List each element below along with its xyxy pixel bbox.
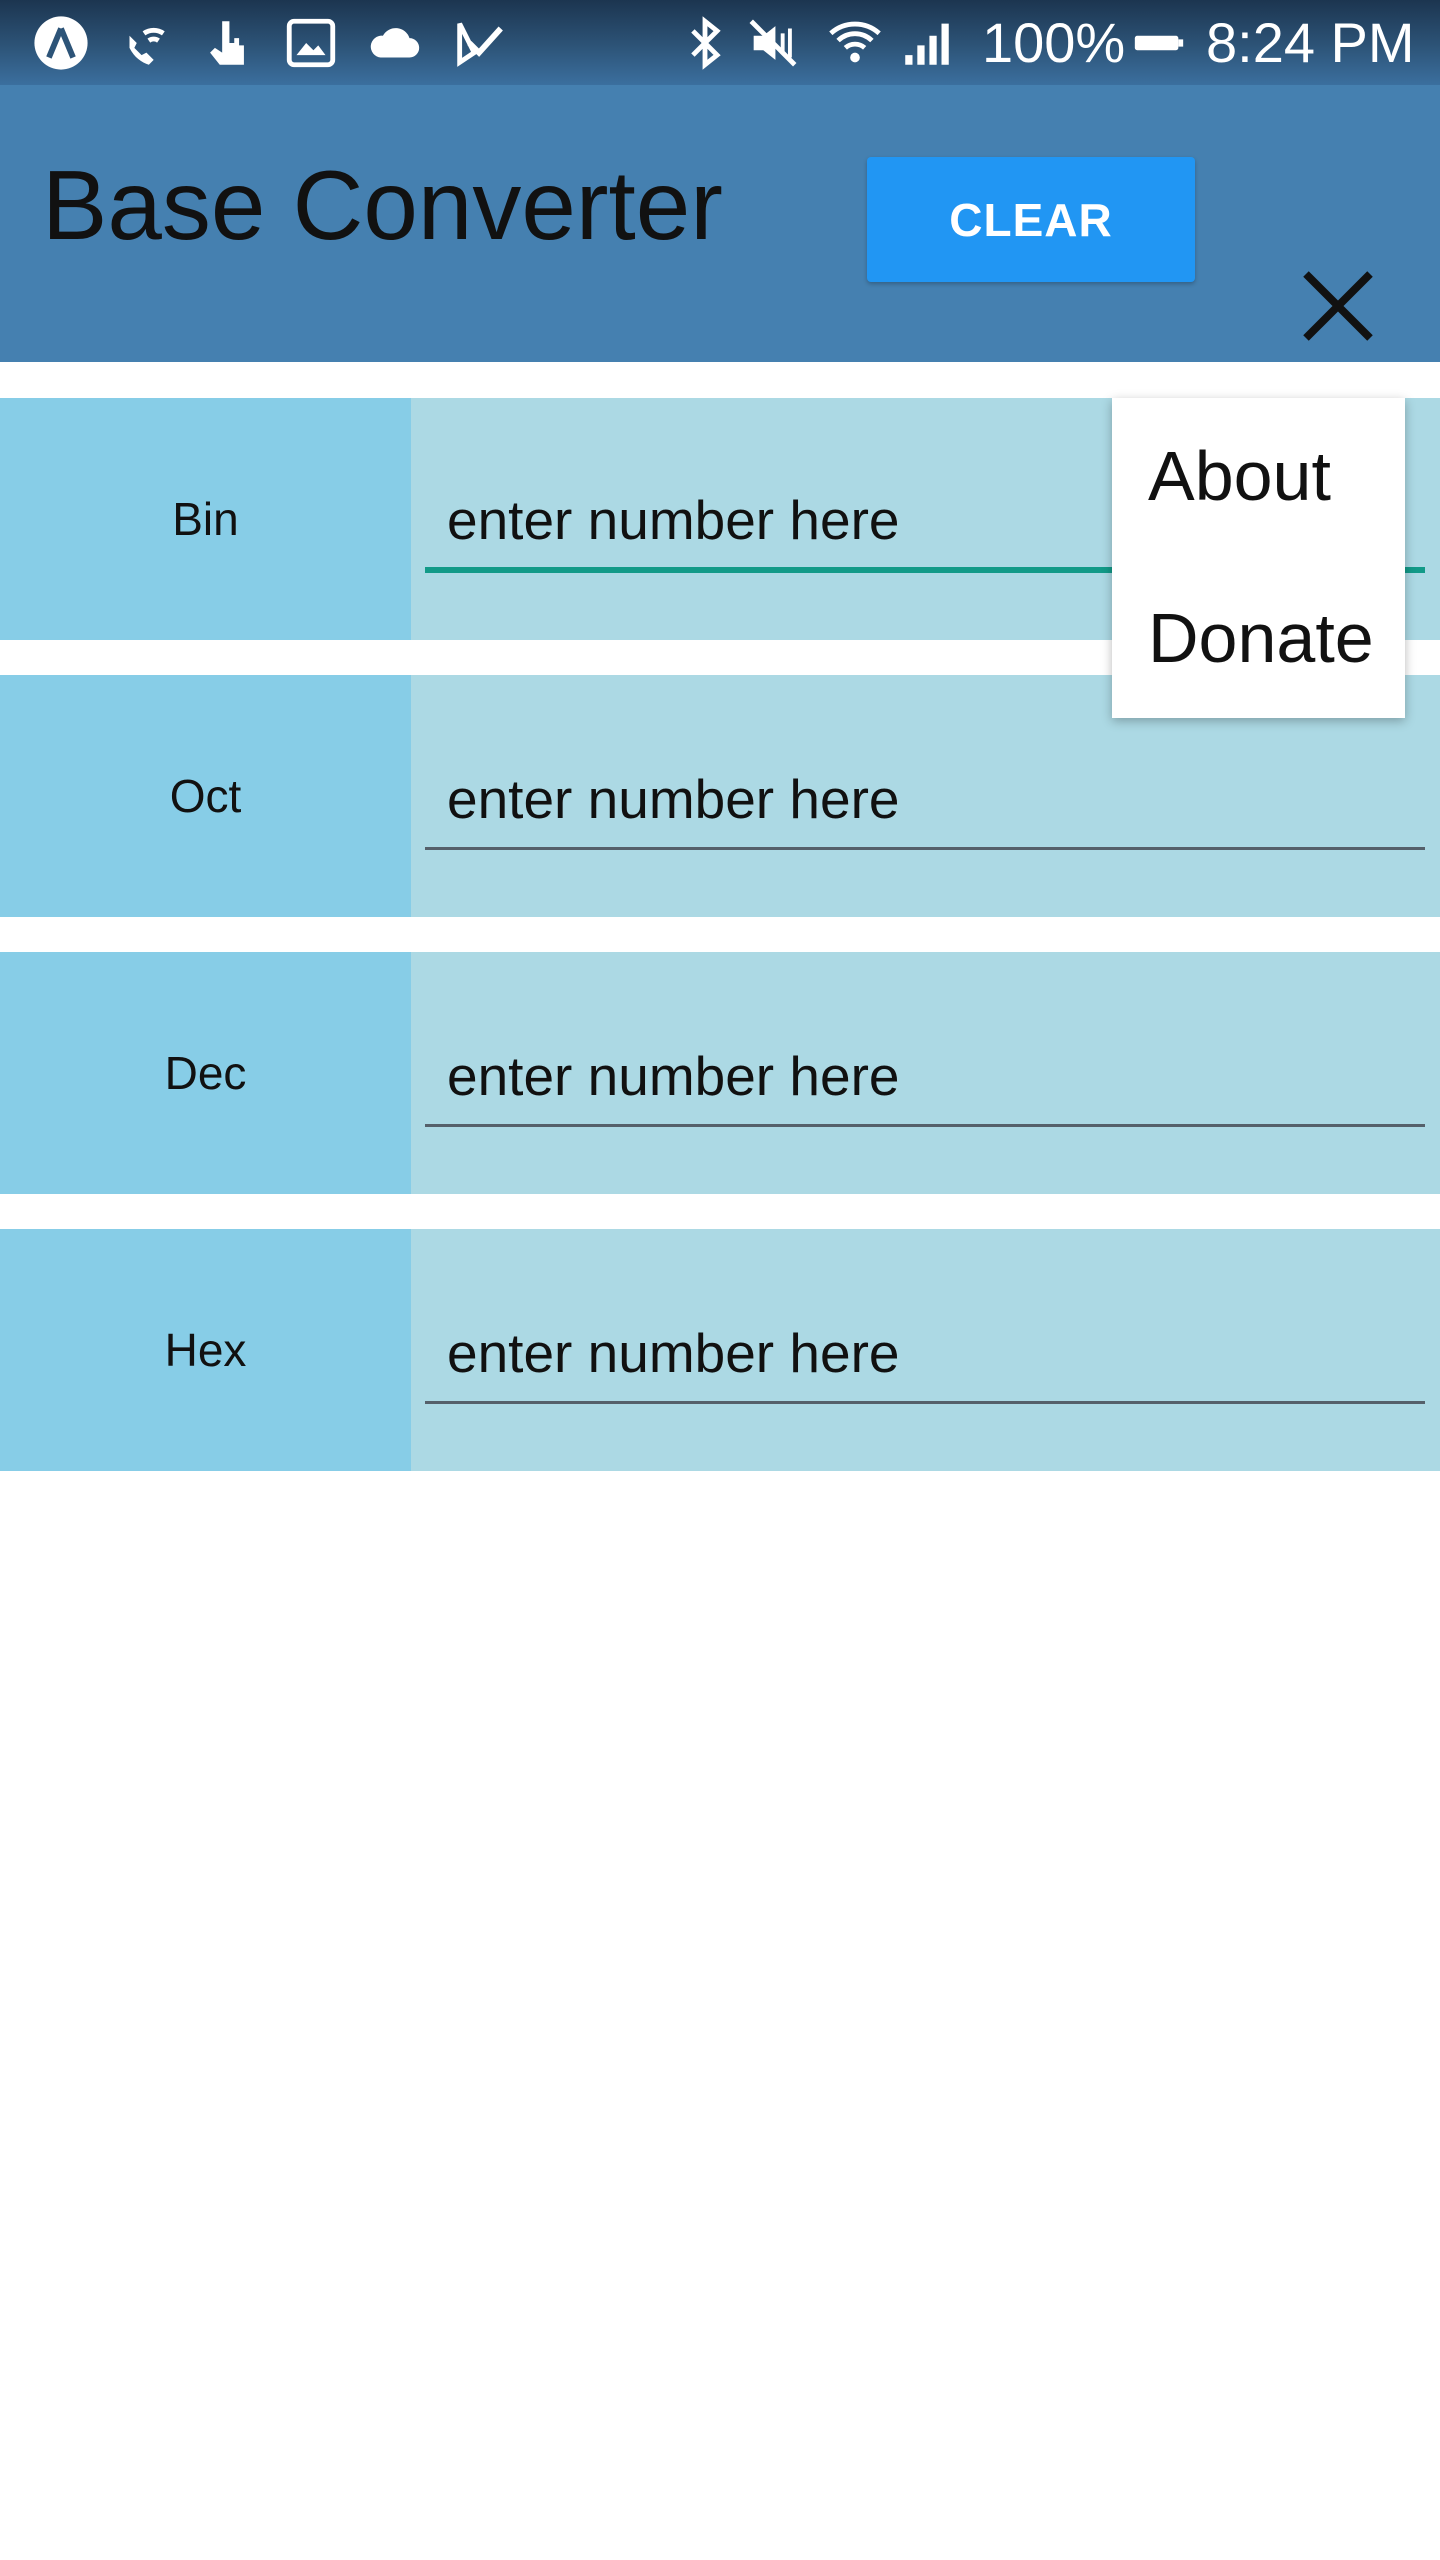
gallery-icon bbox=[282, 14, 340, 72]
close-icon bbox=[1303, 271, 1373, 341]
row-label-oct: Oct bbox=[0, 675, 411, 917]
row-label-dec: Dec bbox=[0, 952, 411, 1194]
touch-icon bbox=[198, 14, 256, 72]
page-title: Base Converter bbox=[42, 150, 723, 260]
clear-button[interactable]: CLEAR bbox=[867, 157, 1195, 282]
clock: 8:24 PM bbox=[1206, 11, 1415, 74]
row-dec: Dec bbox=[0, 952, 1440, 1194]
app-icon bbox=[32, 14, 90, 72]
close-button[interactable] bbox=[1290, 258, 1386, 354]
row-hex: Hex bbox=[0, 1229, 1440, 1471]
check-icon bbox=[450, 14, 508, 72]
row-label-hex: Hex bbox=[0, 1229, 411, 1471]
wifi-call-icon bbox=[115, 14, 173, 72]
cloud-icon bbox=[366, 14, 424, 72]
hex-input[interactable] bbox=[425, 1304, 1425, 1404]
battery-icon bbox=[1130, 14, 1188, 72]
dec-input[interactable] bbox=[425, 1027, 1425, 1127]
screen: 100% 8:24 PM Base Converter CLEAR Bin Oc… bbox=[0, 0, 1440, 2560]
battery-percent: 100% bbox=[982, 11, 1126, 74]
signal-icon bbox=[898, 14, 956, 72]
mute-icon bbox=[744, 14, 802, 72]
overflow-menu: About Donate bbox=[1112, 398, 1405, 718]
oct-input[interactable] bbox=[425, 750, 1425, 850]
menu-item-donate[interactable]: Donate bbox=[1148, 578, 1374, 698]
bluetooth-icon bbox=[676, 14, 734, 72]
status-bar: 100% 8:24 PM bbox=[0, 0, 1440, 85]
menu-item-about[interactable]: About bbox=[1148, 416, 1331, 536]
row-label-bin: Bin bbox=[0, 398, 411, 640]
wifi-icon bbox=[826, 14, 884, 72]
